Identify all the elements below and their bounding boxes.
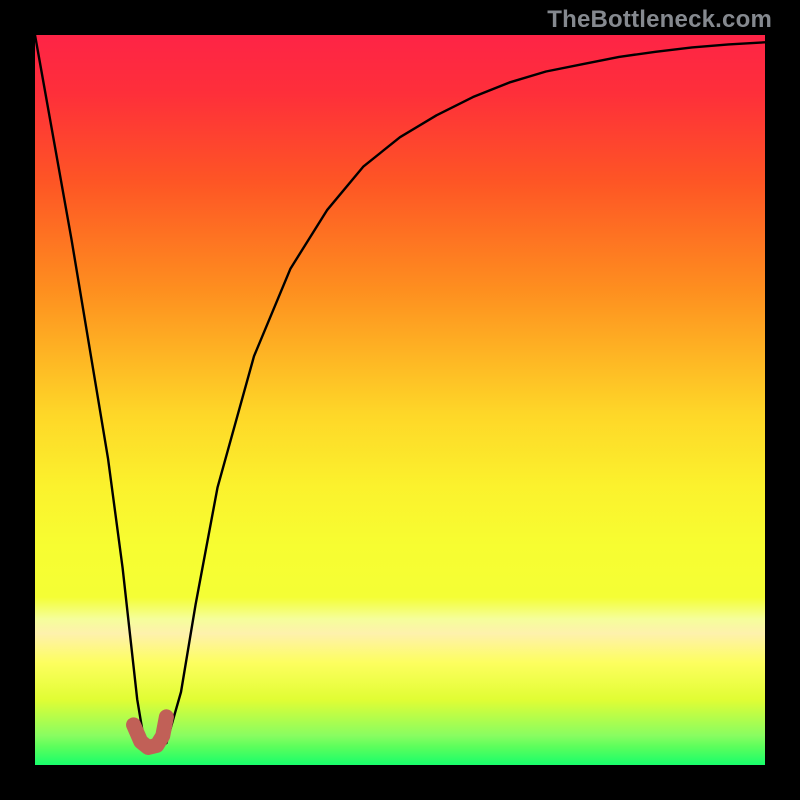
highlight-marker [134, 717, 167, 748]
bottleneck-curve-line [35, 35, 765, 750]
curve-svg [35, 35, 765, 765]
plot-area [35, 35, 765, 765]
chart-frame: TheBottleneck.com [0, 0, 800, 800]
watermark-text: TheBottleneck.com [547, 6, 772, 34]
